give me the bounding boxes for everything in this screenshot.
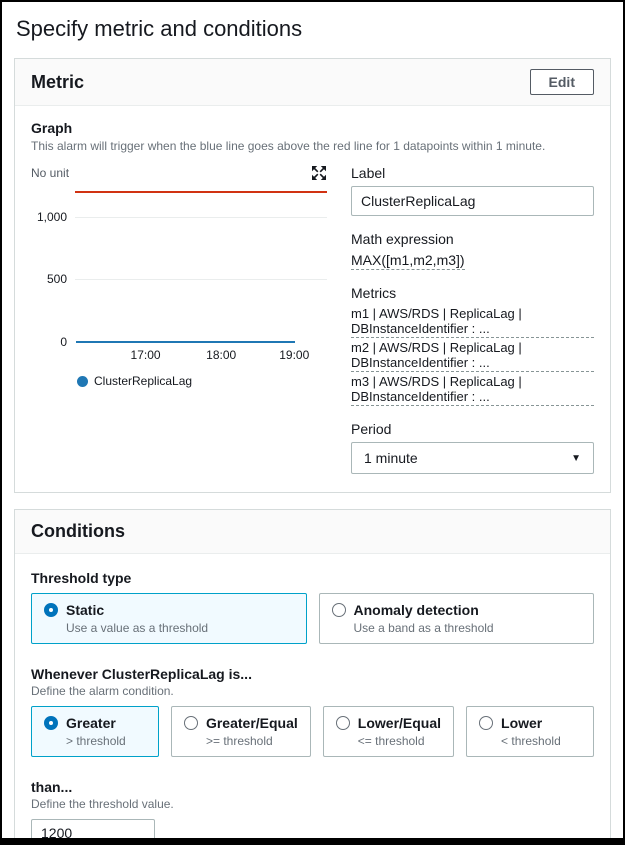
- operator-label: Whenever ClusterReplicaLag is...: [31, 666, 594, 682]
- graph-heading: Graph: [31, 120, 594, 136]
- metric-card-body: Graph This alarm will trigger when the b…: [15, 106, 610, 492]
- metric-row-m1[interactable]: m1 | AWS/RDS | ReplicaLag | DBInstanceId…: [351, 306, 594, 338]
- metric-fields: Label Math expression MAX([m1,m2,m3]) Me…: [351, 165, 594, 474]
- y-axis: 1,000 500 0: [31, 185, 75, 343]
- conditions-card-header: Conditions: [15, 510, 610, 554]
- period-select[interactable]: 1 minute ▼: [351, 442, 594, 474]
- conditions-card-body: Threshold type Static Use a value as a t…: [15, 554, 610, 845]
- radio-static[interactable]: [44, 603, 58, 617]
- plot-area: [75, 185, 327, 343]
- metric-row-m3[interactable]: m3 | AWS/RDS | ReplicaLag | DBInstanceId…: [351, 374, 594, 406]
- radio-greater[interactable]: [44, 716, 58, 730]
- graph-description: This alarm will trigger when the blue li…: [31, 139, 594, 153]
- y-tick-0: 0: [60, 334, 67, 350]
- threshold-type-anomaly-detection[interactable]: Anomaly detection Use a band as a thresh…: [319, 593, 595, 644]
- threshold-value-description: Define the threshold value.: [31, 797, 594, 811]
- alarm-wizard-page: Specify metric and conditions Metric Edi…: [0, 0, 625, 845]
- conditions-card: Conditions Threshold type Static Use a v…: [14, 509, 611, 845]
- metric-graph: No unit: [31, 165, 327, 474]
- radio-anomaly-detection[interactable]: [332, 603, 346, 617]
- x-axis: 17:00 18:00 19:00: [75, 348, 327, 364]
- y-tick-500: 500: [47, 271, 67, 287]
- page-title: Specify metric and conditions: [16, 16, 609, 42]
- gridline-1000: [75, 217, 327, 218]
- math-expression-label: Math expression: [351, 231, 594, 247]
- label-input[interactable]: [351, 186, 594, 216]
- metric-card: Metric Edit Graph This alarm will trigge…: [14, 58, 611, 493]
- threshold-type-label: Threshold type: [31, 570, 594, 586]
- math-expression-value[interactable]: MAX([m1,m2,m3]): [351, 252, 465, 270]
- operator-lower-equal[interactable]: Lower/Equal <= threshold: [323, 706, 454, 757]
- conditions-section-title: Conditions: [31, 521, 125, 542]
- operator-greater[interactable]: Greater > threshold: [31, 706, 159, 757]
- x-tick-1800: 18:00: [206, 348, 236, 362]
- y-tick-1000: 1,000: [37, 209, 67, 225]
- metric-card-header: Metric Edit: [15, 59, 610, 106]
- period-label: Period: [351, 421, 594, 437]
- gridline-500: [75, 279, 327, 280]
- label-field-label: Label: [351, 165, 594, 181]
- x-tick-1700: 17:00: [131, 348, 161, 362]
- metrics-label: Metrics: [351, 285, 594, 301]
- metric-section-title: Metric: [31, 72, 84, 93]
- chevron-down-icon: ▼: [571, 453, 581, 464]
- x-tick-1900: 19:00: [279, 348, 309, 362]
- period-selected-value: 1 minute: [364, 450, 418, 466]
- radio-lower[interactable]: [479, 716, 493, 730]
- radio-greater-equal[interactable]: [184, 716, 198, 730]
- operator-greater-equal[interactable]: Greater/Equal >= threshold: [171, 706, 311, 757]
- legend-label: ClusterReplicaLag: [94, 374, 192, 388]
- threshold-type-static[interactable]: Static Use a value as a threshold: [31, 593, 307, 644]
- radio-lower-equal[interactable]: [336, 716, 350, 730]
- metric-blue-line: [76, 341, 295, 343]
- legend-item-clusterreplicalag[interactable]: ClusterReplicaLag: [77, 374, 327, 388]
- threshold-value-input[interactable]: [31, 819, 155, 845]
- edit-button[interactable]: Edit: [530, 69, 594, 95]
- expand-graph-icon[interactable]: [311, 165, 327, 181]
- legend-color-dot: [77, 376, 88, 387]
- threshold-value-label: than...: [31, 779, 594, 795]
- operator-description: Define the alarm condition.: [31, 684, 594, 698]
- threshold-red-line: [75, 191, 327, 193]
- threshold-type-options: Static Use a value as a threshold Anomal…: [31, 593, 594, 644]
- operator-lower[interactable]: Lower < threshold: [466, 706, 594, 757]
- metric-row-m2[interactable]: m2 | AWS/RDS | ReplicaLag | DBInstanceId…: [351, 340, 594, 372]
- y-axis-unit-label: No unit: [31, 166, 69, 180]
- operator-options: Greater > threshold Greater/Equal >= thr…: [31, 706, 594, 757]
